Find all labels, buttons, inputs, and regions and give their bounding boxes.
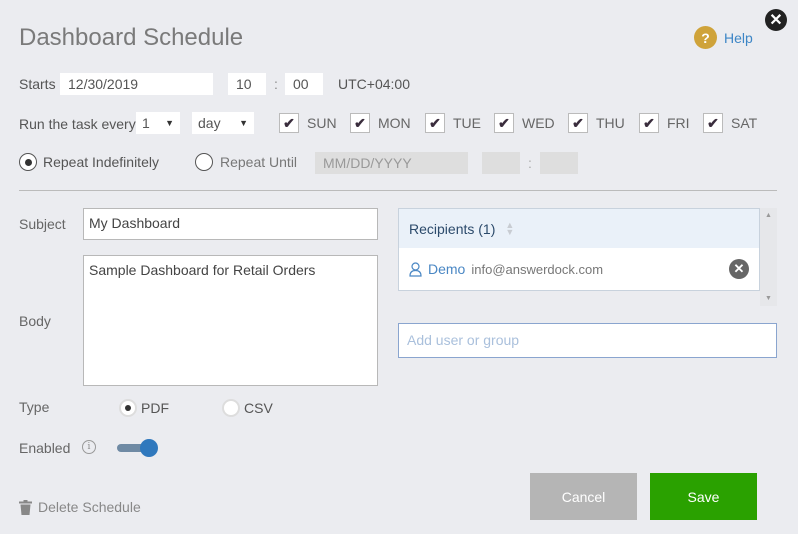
day-label: FRI: [667, 115, 690, 131]
checkmark-icon[interactable]: ✔: [350, 113, 370, 133]
repeat-until-label: Repeat Until: [220, 154, 298, 170]
unit-value: day: [198, 115, 221, 131]
repeat-indefinitely-radio[interactable]: Repeat Indefinitely: [19, 153, 159, 171]
dropdown-arrow-icon: ▼: [165, 118, 174, 128]
time-separator: :: [274, 76, 278, 92]
help-icon: ?: [694, 26, 717, 49]
recipients-scrollbar[interactable]: ▲ ▼: [760, 208, 777, 306]
day-label: SUN: [307, 115, 337, 131]
sort-icon[interactable]: ▲ ▼: [505, 220, 514, 236]
help-link[interactable]: ? Help: [694, 26, 753, 49]
until-date-input[interactable]: MM/DD/YYYY: [315, 152, 468, 174]
time-separator: :: [528, 155, 532, 171]
radio-selected-icon: [119, 399, 137, 417]
dropdown-arrow-icon: ▼: [239, 118, 248, 128]
body-textarea[interactable]: Sample Dashboard for Retail Orders: [83, 255, 378, 386]
repeat-indefinitely-label: Repeat Indefinitely: [43, 154, 159, 170]
scroll-down-icon[interactable]: ▼: [765, 295, 772, 302]
type-csv-radio[interactable]: CSV: [222, 399, 273, 417]
timezone-label: UTC+04:00: [338, 76, 410, 92]
start-date-input[interactable]: 12/30/2019: [60, 73, 213, 95]
checkmark-icon[interactable]: ✔: [279, 113, 299, 133]
radio-selected-icon: [19, 153, 37, 171]
day-label: SAT: [731, 115, 758, 131]
close-icon: ✕: [769, 12, 783, 29]
starts-label: Starts: [19, 76, 56, 92]
type-csv-label: CSV: [244, 400, 273, 416]
interval-select[interactable]: 1 ▼: [136, 112, 180, 134]
run-every-label: Run the task every: [19, 116, 136, 132]
subject-label: Subject: [19, 216, 66, 232]
scroll-up-icon[interactable]: ▲: [765, 212, 772, 219]
checkmark-icon[interactable]: ✔: [703, 113, 723, 133]
dialog-title: Dashboard Schedule: [19, 24, 244, 51]
recipients-table: Recipients (1) ▲ ▼ Demo info@answerdock.c…: [398, 208, 760, 291]
user-icon: [409, 261, 422, 277]
add-recipient-input[interactable]: Add user or group: [398, 323, 777, 358]
recipients-title: Recipients (1): [409, 220, 496, 237]
day-checkbox-wed[interactable]: ✔ WED: [494, 113, 555, 133]
delete-schedule-label: Delete Schedule: [38, 499, 141, 515]
cancel-button[interactable]: Cancel: [530, 473, 637, 520]
start-hour-input[interactable]: 10: [228, 73, 266, 95]
repeat-until-radio[interactable]: Repeat Until: [195, 153, 297, 171]
day-label: THU: [596, 115, 625, 131]
save-button[interactable]: Save: [650, 473, 757, 520]
until-hour-input[interactable]: [482, 152, 520, 174]
until-minute-input[interactable]: [540, 152, 578, 174]
type-label: Type: [19, 399, 50, 415]
checkmark-icon[interactable]: ✔: [639, 113, 659, 133]
day-label: TUE: [453, 115, 481, 131]
type-pdf-radio[interactable]: PDF: [119, 399, 169, 417]
day-checkbox-fri[interactable]: ✔ FRI: [639, 113, 690, 133]
type-pdf-label: PDF: [141, 400, 169, 416]
recipient-name[interactable]: Demo: [428, 261, 465, 277]
delete-schedule-link[interactable]: Delete Schedule: [19, 499, 141, 515]
divider: [19, 190, 777, 191]
checkmark-icon[interactable]: ✔: [425, 113, 445, 133]
day-label: MON: [378, 115, 411, 131]
day-checkbox-tue[interactable]: ✔ TUE: [425, 113, 481, 133]
enabled-label: Enabled: [19, 440, 71, 456]
recipient-email: info@answerdock.com: [471, 261, 604, 277]
enabled-toggle[interactable]: [117, 439, 159, 457]
info-icon[interactable]: i: [82, 440, 96, 454]
start-minute-input[interactable]: 00: [285, 73, 323, 95]
radio-unselected-icon: [222, 399, 240, 417]
body-label: Body: [19, 313, 51, 329]
help-label: Help: [724, 29, 753, 46]
radio-unselected-icon: [195, 153, 213, 171]
day-checkbox-sun[interactable]: ✔ SUN: [279, 113, 337, 133]
day-label: WED: [522, 115, 555, 131]
remove-recipient-icon[interactable]: ✕: [729, 259, 749, 279]
close-button[interactable]: ✕: [765, 9, 787, 31]
recipients-header[interactable]: Recipients (1) ▲ ▼: [399, 209, 759, 248]
subject-input[interactable]: My Dashboard: [83, 208, 378, 240]
checkmark-icon[interactable]: ✔: [494, 113, 514, 133]
day-checkbox-sat[interactable]: ✔ SAT: [703, 113, 757, 133]
day-checkbox-thu[interactable]: ✔ THU: [568, 113, 625, 133]
trash-icon: [19, 499, 32, 515]
day-checkbox-mon[interactable]: ✔ MON: [350, 113, 411, 133]
interval-value: 1: [142, 115, 150, 131]
checkmark-icon[interactable]: ✔: [568, 113, 588, 133]
unit-select[interactable]: day ▼: [192, 112, 254, 134]
recipient-row: Demo info@answerdock.com ✕: [399, 248, 759, 290]
